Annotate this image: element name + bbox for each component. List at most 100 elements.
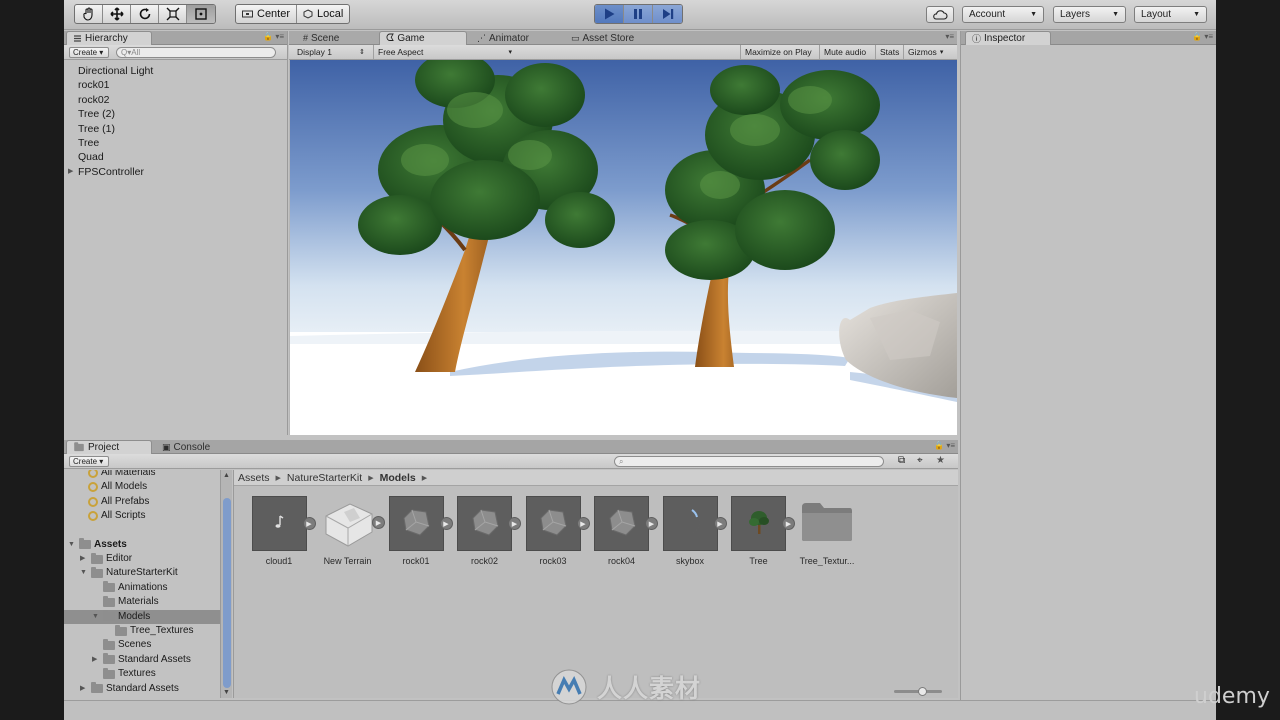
stats-toggle[interactable]: Stats bbox=[875, 45, 903, 59]
hierarchy-item[interactable]: Quad bbox=[64, 150, 287, 164]
rect-tool-button[interactable] bbox=[187, 5, 215, 23]
expand-asset-icon[interactable]: ▶ bbox=[645, 517, 658, 530]
hierarchy-item[interactable]: ▶ FPSController bbox=[64, 165, 287, 179]
favorite-item[interactable]: All Materials bbox=[88, 470, 155, 480]
tab-project[interactable]: Project bbox=[66, 440, 152, 454]
expand-asset-icon[interactable]: ▶ bbox=[372, 516, 385, 529]
asset-thumbnail[interactable]: ▶ bbox=[662, 496, 727, 551]
hierarchy-item[interactable]: Tree (2) bbox=[64, 107, 287, 121]
expand-asset-icon[interactable]: ▶ bbox=[713, 517, 727, 530]
asset-thumbnail[interactable]: ▶ bbox=[320, 496, 385, 551]
hierarchy-item[interactable]: Tree bbox=[64, 136, 287, 150]
favorite-star-icon[interactable]: ★ bbox=[936, 455, 945, 466]
thumbnail-size-slider[interactable] bbox=[894, 687, 942, 696]
favorite-item[interactable]: All Prefabs bbox=[88, 495, 149, 509]
folder-tree-item[interactable]: Tree_Textures bbox=[104, 624, 194, 638]
breadcrumb-item[interactable]: Models bbox=[380, 472, 416, 484]
game-viewport[interactable] bbox=[290, 60, 957, 435]
gizmos-dropdown[interactable]: Gizmos ▾ bbox=[903, 45, 957, 59]
asset-thumbnail[interactable]: ▶ bbox=[457, 496, 521, 551]
hierarchy-item[interactable]: rock02 bbox=[64, 93, 287, 107]
expand-asset-icon[interactable]: ▶ bbox=[508, 517, 521, 530]
breadcrumb-item[interactable]: Assets bbox=[238, 472, 270, 484]
scroll-up-icon[interactable]: ▲ bbox=[223, 472, 230, 479]
hand-tool-button[interactable] bbox=[75, 5, 103, 23]
folder-tree-item[interactable]: Scenes bbox=[92, 638, 151, 652]
tab-scene[interactable]: # Scene bbox=[297, 31, 345, 45]
chevron-right-icon[interactable]: ▶ bbox=[80, 682, 88, 696]
tab-inspector[interactable]: ⓘ Inspector bbox=[965, 31, 1051, 45]
panel-menu-icon[interactable]: ▾≡ bbox=[946, 441, 955, 450]
asset-thumbnail[interactable]: ▶ bbox=[388, 496, 453, 551]
lock-icon[interactable]: 🔒 bbox=[1192, 32, 1202, 41]
expand-asset-icon[interactable]: ▶ bbox=[782, 517, 795, 530]
move-tool-button[interactable] bbox=[103, 5, 131, 23]
asset-item[interactable]: ▶ rock03 bbox=[520, 496, 590, 566]
asset-thumbnail[interactable]: ▶ bbox=[731, 496, 795, 551]
rotate-tool-button[interactable] bbox=[131, 5, 159, 23]
asset-item[interactable]: Tree_Textur... bbox=[794, 496, 860, 566]
breadcrumb-item[interactable]: NatureStarterKit bbox=[287, 472, 362, 484]
folder-tree-item[interactable]: ▼ Models bbox=[64, 609, 220, 624]
lock-icon[interactable]: 🔒 bbox=[263, 32, 273, 41]
asset-thumbnail[interactable]: ▶ bbox=[251, 496, 316, 551]
lock-icon[interactable]: 🔒 bbox=[934, 441, 944, 450]
tab-hierarchy[interactable]: Hierarchy bbox=[66, 31, 152, 45]
chevron-right-icon[interactable]: ▶ bbox=[92, 653, 100, 667]
chevron-right-icon[interactable]: ▶ bbox=[80, 552, 88, 566]
pivot-center-button[interactable]: Center bbox=[236, 5, 298, 23]
layout-dropdown[interactable]: Layout ▼ bbox=[1134, 6, 1207, 23]
tab-console[interactable]: ▣ Console bbox=[156, 440, 216, 454]
hierarchy-item[interactable]: Directional Light bbox=[64, 64, 287, 78]
panel-menu-icon[interactable]: ▾≡ bbox=[1204, 32, 1213, 41]
asset-thumbnail[interactable]: ▶ bbox=[525, 496, 590, 551]
asset-thumbnail[interactable] bbox=[800, 496, 855, 551]
aspect-dropdown[interactable]: Free Aspect ▾ bbox=[373, 45, 516, 59]
chevron-down-icon[interactable]: ▼ bbox=[68, 538, 76, 552]
asset-thumbnail[interactable]: ▶ bbox=[594, 496, 658, 551]
pivot-local-button[interactable]: Local bbox=[297, 5, 349, 23]
project-create-dropdown[interactable]: Create ▾ bbox=[69, 456, 109, 467]
folder-tree-item[interactable]: ▼ NatureStarterKit bbox=[80, 566, 178, 580]
folder-tree-item[interactable]: ▶ Editor bbox=[80, 552, 132, 566]
tab-animator[interactable]: ⋰ Animator bbox=[471, 31, 535, 45]
cloud-button[interactable] bbox=[926, 6, 954, 23]
scroll-thumb[interactable] bbox=[223, 498, 231, 688]
project-search-input[interactable]: ⌕ bbox=[614, 456, 884, 467]
chevron-down-icon[interactable]: ▼ bbox=[92, 610, 100, 624]
filter-by-type-icon[interactable]: ⧉ bbox=[898, 455, 905, 466]
expand-asset-icon[interactable]: ▶ bbox=[302, 517, 316, 530]
filter-by-label-icon[interactable]: ⌖ bbox=[917, 455, 923, 466]
favorite-item[interactable]: All Models bbox=[88, 480, 147, 494]
expand-asset-icon[interactable]: ▶ bbox=[576, 517, 590, 530]
folder-tree-item[interactable]: ▶ Standard Assets bbox=[80, 682, 179, 696]
hierarchy-item[interactable]: rock01 bbox=[64, 78, 287, 92]
hierarchy-item[interactable]: Tree (1) bbox=[64, 122, 287, 136]
pause-button[interactable] bbox=[624, 5, 653, 23]
scroll-down-icon[interactable]: ▼ bbox=[223, 689, 230, 696]
chevron-down-icon[interactable]: ▼ bbox=[80, 566, 88, 580]
tab-asset-store[interactable]: ▭ Asset Store bbox=[565, 31, 640, 45]
asset-item[interactable]: ▶ skybox bbox=[657, 496, 727, 566]
asset-item[interactable]: ▶ rock04 bbox=[589, 496, 658, 566]
expand-asset-icon[interactable]: ▶ bbox=[439, 517, 453, 530]
folder-tree-item[interactable]: Animations bbox=[92, 581, 167, 595]
favorite-item[interactable]: All Scripts bbox=[88, 509, 145, 523]
asset-item[interactable]: ▶ rock02 bbox=[452, 496, 521, 566]
step-button[interactable] bbox=[653, 5, 682, 23]
layers-dropdown[interactable]: Layers ▼ bbox=[1053, 6, 1126, 23]
asset-item[interactable]: ▶ New Terrain bbox=[315, 496, 385, 566]
foldout-arrow-icon[interactable]: ▶ bbox=[68, 165, 73, 179]
slider-knob[interactable] bbox=[917, 687, 927, 696]
panel-menu-icon[interactable]: ▾≡ bbox=[275, 32, 284, 41]
mute-audio-toggle[interactable]: Mute audio bbox=[819, 45, 870, 59]
assets-root-item[interactable]: ▼ Assets bbox=[68, 538, 127, 552]
asset-item[interactable]: ▶ cloud1 bbox=[246, 496, 316, 566]
folder-tree-item[interactable]: Materials bbox=[92, 595, 159, 609]
hierarchy-search-input[interactable]: Q▾All bbox=[116, 47, 276, 58]
play-button[interactable] bbox=[595, 5, 624, 23]
folder-tree-item[interactable]: ▶ Standard Assets bbox=[92, 653, 191, 667]
asset-item[interactable]: ▶ Tree bbox=[726, 496, 795, 566]
display-dropdown[interactable]: Display 1 ⇕ bbox=[293, 45, 369, 59]
hierarchy-create-dropdown[interactable]: Create ▾ bbox=[69, 47, 109, 58]
